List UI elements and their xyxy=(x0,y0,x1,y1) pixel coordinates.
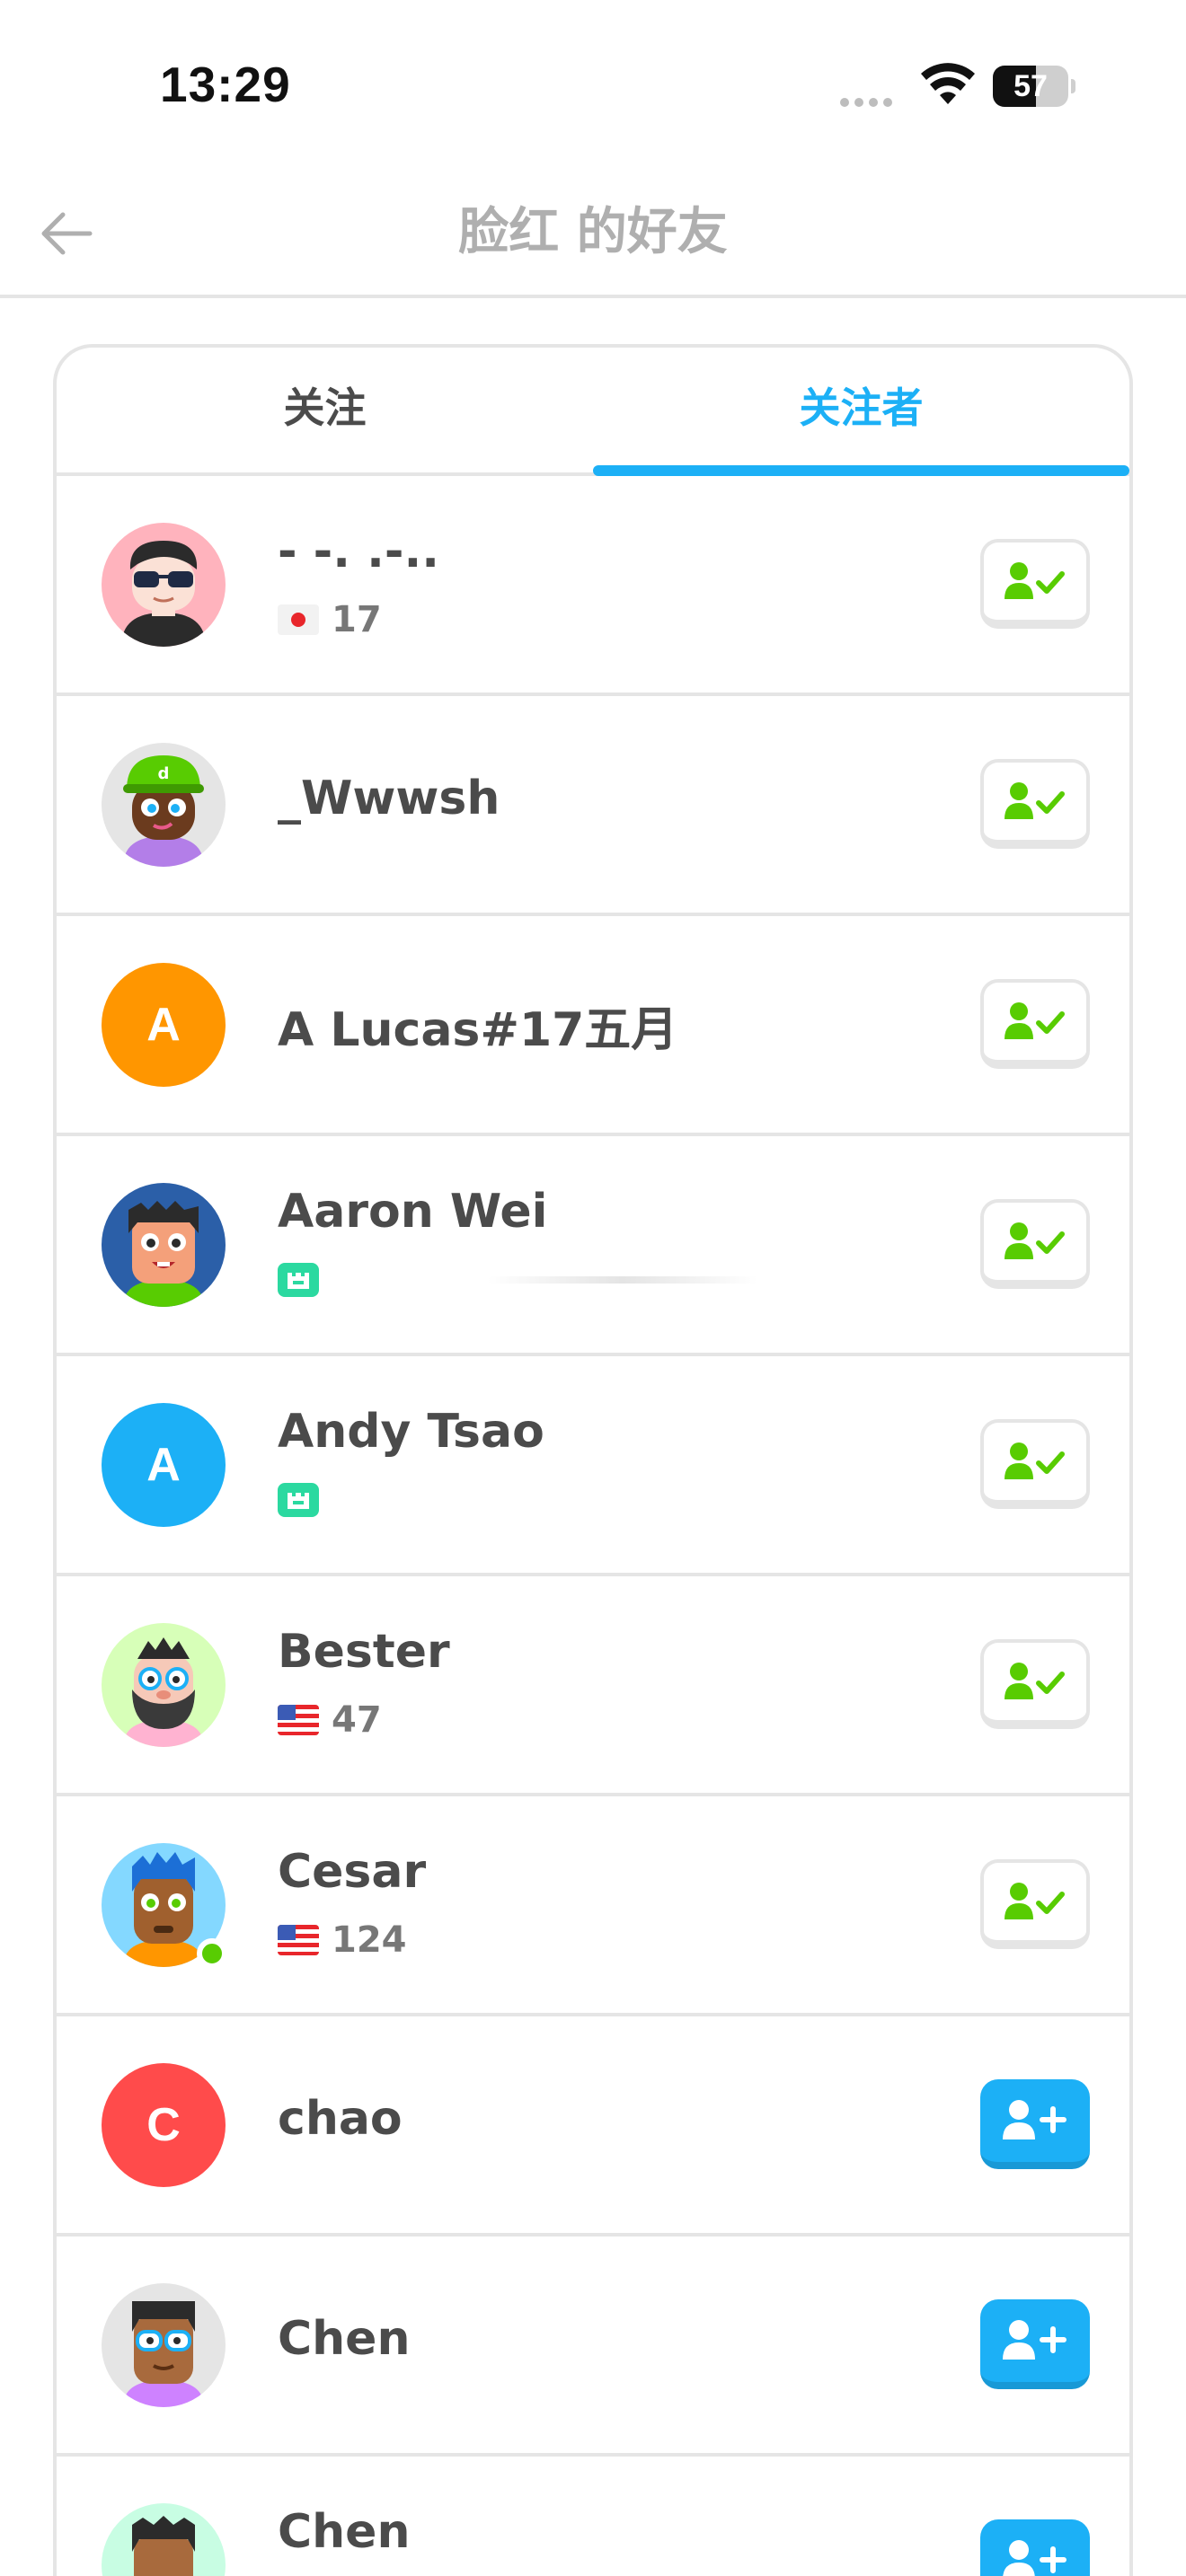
avatar-letter: A xyxy=(102,1403,226,1527)
user-name: Andy Tsao xyxy=(278,1405,544,1459)
cellular-signal-icon xyxy=(840,93,903,107)
user-row[interactable]: Chen xyxy=(57,2236,1129,2457)
tab-followers[interactable]: 关注者 xyxy=(593,348,1129,476)
nav-bar: 脸红 的好友 xyxy=(0,171,1186,298)
user-name: _Wwwsh xyxy=(278,772,500,825)
svg-text:d: d xyxy=(158,764,170,783)
user-check-icon xyxy=(1005,1002,1065,1039)
avatar[interactable] xyxy=(102,1183,226,1307)
user-check-icon xyxy=(1005,1442,1065,1479)
avatar[interactable]: A xyxy=(102,1403,226,1527)
usa-flag-icon xyxy=(278,1925,319,1955)
online-indicator xyxy=(197,1938,227,1969)
active-tab-indicator xyxy=(593,465,1129,476)
user-name: Cesar xyxy=(278,1845,427,1899)
user-row[interactable]: - -. .-.. 17 xyxy=(57,476,1129,696)
user-name: Bester xyxy=(278,1625,450,1679)
avatar[interactable]: A xyxy=(102,963,226,1087)
back-button[interactable] xyxy=(36,202,99,265)
user-check-icon xyxy=(1005,782,1065,819)
castle-badge-icon xyxy=(278,1483,319,1517)
user-row[interactable]: Cesar 124 xyxy=(57,1796,1129,2016)
user-stat: 47 xyxy=(332,1699,382,1741)
following-button[interactable] xyxy=(980,979,1090,1069)
user-row[interactable]: C chao xyxy=(57,2016,1129,2236)
user-check-icon xyxy=(1005,1222,1065,1259)
avatar-letter: A xyxy=(102,963,226,1087)
user-check-icon xyxy=(1005,1883,1065,1919)
battery-icon: 57 xyxy=(993,66,1075,107)
user-row[interactable]: Chen xyxy=(57,2457,1129,2576)
castle-badge-icon xyxy=(278,1263,319,1297)
user-stat: 17 xyxy=(332,599,382,640)
user-row[interactable]: A Andy Tsao xyxy=(57,1356,1129,1576)
avatar-letter: C xyxy=(102,2063,226,2187)
follow-back-button[interactable] xyxy=(980,2519,1090,2576)
user-check-icon xyxy=(1005,562,1065,599)
user-name: chao xyxy=(278,2092,403,2146)
status-bar: 13:29 57 xyxy=(0,0,1186,171)
user-check-icon xyxy=(1005,1663,1065,1699)
following-button[interactable] xyxy=(980,1419,1090,1509)
user-stat: 124 xyxy=(332,1919,407,1961)
usa-flag-icon xyxy=(278,1705,319,1735)
user-plus-icon xyxy=(1003,2320,1067,2360)
user-name: Chen xyxy=(278,2505,411,2559)
follow-back-button[interactable] xyxy=(980,2079,1090,2169)
page-title: 脸红 的好友 xyxy=(458,203,728,261)
user-row[interactable]: Aaron Wei xyxy=(57,1136,1129,1356)
user-name: A Lucas#17五月 xyxy=(278,1003,678,1057)
user-name: - -. .-.. xyxy=(278,525,439,578)
follow-back-button[interactable] xyxy=(980,2299,1090,2389)
following-button[interactable] xyxy=(980,1639,1090,1729)
user-meta: 124 xyxy=(278,1919,407,1961)
user-meta: 47 xyxy=(278,1699,382,1741)
following-button[interactable] xyxy=(980,539,1090,629)
following-button[interactable] xyxy=(980,759,1090,849)
avatar[interactable]: d xyxy=(102,743,226,867)
avatar[interactable] xyxy=(102,2503,226,2576)
japan-flag-icon xyxy=(278,604,319,635)
avatar[interactable] xyxy=(102,1623,226,1747)
wifi-icon xyxy=(921,63,975,104)
friends-card: 关注 关注者 - -. .-.. 17 d _Wwwsh A A Lucas#1… xyxy=(53,344,1133,2576)
avatar[interactable] xyxy=(102,523,226,647)
arrow-left-icon xyxy=(41,212,93,255)
tab-bar: 关注 关注者 xyxy=(57,348,1129,476)
avatar[interactable]: C xyxy=(102,2063,226,2187)
user-name: Aaron Wei xyxy=(278,1185,548,1239)
user-meta xyxy=(278,1262,319,1298)
user-meta xyxy=(278,1482,319,1518)
tab-following[interactable]: 关注 xyxy=(57,348,593,476)
avatar[interactable] xyxy=(102,2283,226,2407)
user-meta: 17 xyxy=(278,599,382,640)
user-list: - -. .-.. 17 d _Wwwsh A A Lucas#17五月 Aar… xyxy=(57,476,1129,2576)
user-row[interactable]: d _Wwwsh xyxy=(57,696,1129,916)
following-button[interactable] xyxy=(980,1199,1090,1289)
status-time: 13:29 xyxy=(160,57,291,112)
user-row[interactable]: Bester 47 xyxy=(57,1576,1129,1796)
user-name: Chen xyxy=(278,2312,411,2366)
loading-shimmer xyxy=(488,1276,757,1284)
user-plus-icon xyxy=(1003,2540,1067,2576)
user-plus-icon xyxy=(1003,2100,1067,2139)
following-button[interactable] xyxy=(980,1859,1090,1949)
user-row[interactable]: A A Lucas#17五月 xyxy=(57,916,1129,1136)
battery-level: 57 xyxy=(1013,69,1048,103)
